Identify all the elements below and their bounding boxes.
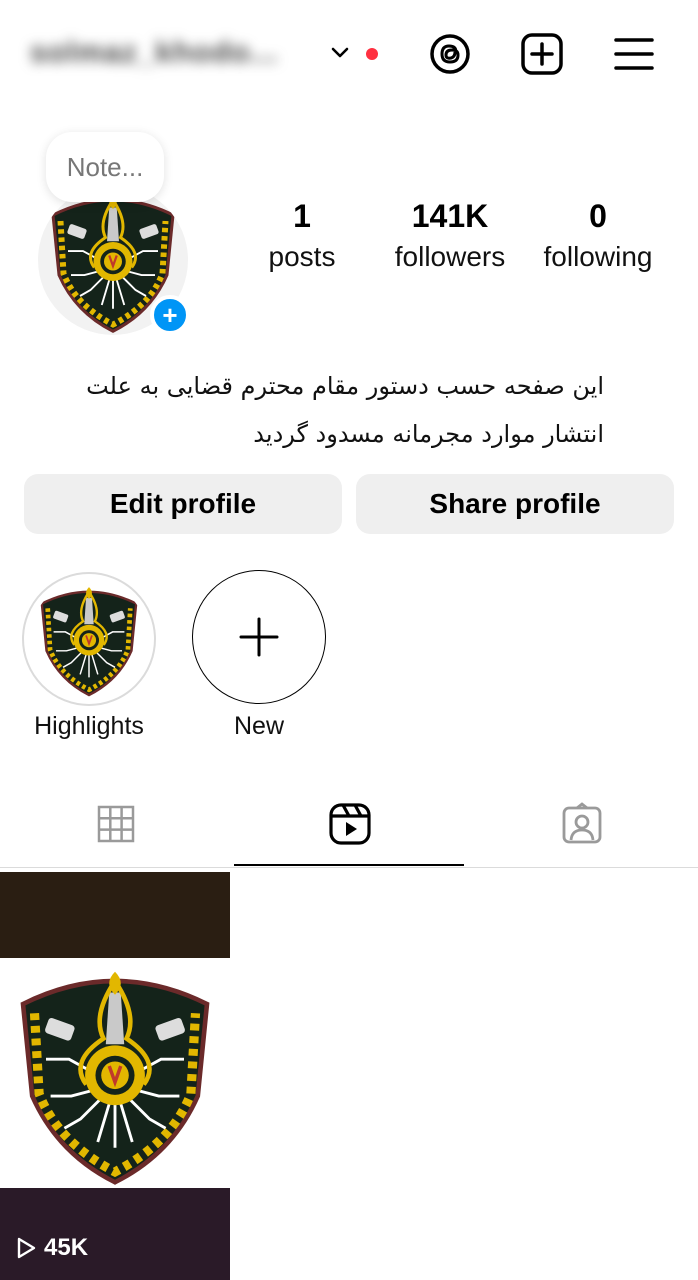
add-story-badge[interactable]: + xyxy=(150,295,190,335)
threads-icon[interactable] xyxy=(426,30,474,78)
highlight-label: Highlights xyxy=(34,712,144,740)
play-icon xyxy=(17,1237,36,1259)
create-post-icon[interactable] xyxy=(518,30,566,78)
active-tab-indicator xyxy=(234,864,464,866)
stat-posts[interactable]: 1 posts xyxy=(258,196,346,278)
note-bubble[interactable]: Note... xyxy=(46,132,164,202)
tab-tagged[interactable] xyxy=(466,780,698,868)
view-count: 45K xyxy=(16,1234,88,1262)
posts-label: posts xyxy=(268,241,336,272)
following-label: following xyxy=(543,241,653,272)
chevron-down-icon[interactable] xyxy=(328,40,352,64)
following-count: 0 xyxy=(589,198,607,234)
reels-icon xyxy=(329,803,371,845)
note-placeholder: Note... xyxy=(66,151,144,182)
highlight-cover xyxy=(30,580,148,698)
new-highlight-label: New xyxy=(233,712,284,740)
posts-count: 1 xyxy=(293,198,311,234)
highlight-item[interactable] xyxy=(22,572,156,706)
content-tabs xyxy=(0,780,698,868)
bio-line: انتشار موارد مجرمانه مسدود گردید xyxy=(253,420,604,448)
menu-icon[interactable] xyxy=(610,30,658,78)
top-bar: solmaz_khodo... xyxy=(0,0,698,110)
stat-following[interactable]: 0 following xyxy=(532,196,664,278)
stat-followers[interactable]: 141K followers xyxy=(384,196,516,278)
followers-label: followers xyxy=(394,241,506,272)
grid-icon xyxy=(97,805,135,843)
plus-icon xyxy=(239,617,279,657)
view-count-text: 45K xyxy=(44,1234,89,1261)
edit-profile-button[interactable]: Edit profile xyxy=(24,474,342,534)
emblem-image xyxy=(0,958,230,1188)
tab-grid[interactable] xyxy=(0,780,232,868)
tab-reels[interactable] xyxy=(234,780,466,868)
tagged-icon xyxy=(562,802,602,844)
bio: این صفحه حسب دستور مقام محترم قضایی به ع… xyxy=(24,362,604,458)
bio-line: این صفحه حسب دستور مقام محترم قضایی به ع… xyxy=(86,372,604,400)
post-thumbnail xyxy=(0,958,230,1188)
notification-dot xyxy=(366,48,378,60)
followers-count: 141K xyxy=(411,198,489,234)
username[interactable]: solmaz_khodo... xyxy=(30,36,278,70)
post-tile[interactable]: 45K xyxy=(0,872,230,1280)
share-profile-button[interactable]: Share profile xyxy=(356,474,674,534)
new-highlight-button[interactable] xyxy=(192,570,326,704)
